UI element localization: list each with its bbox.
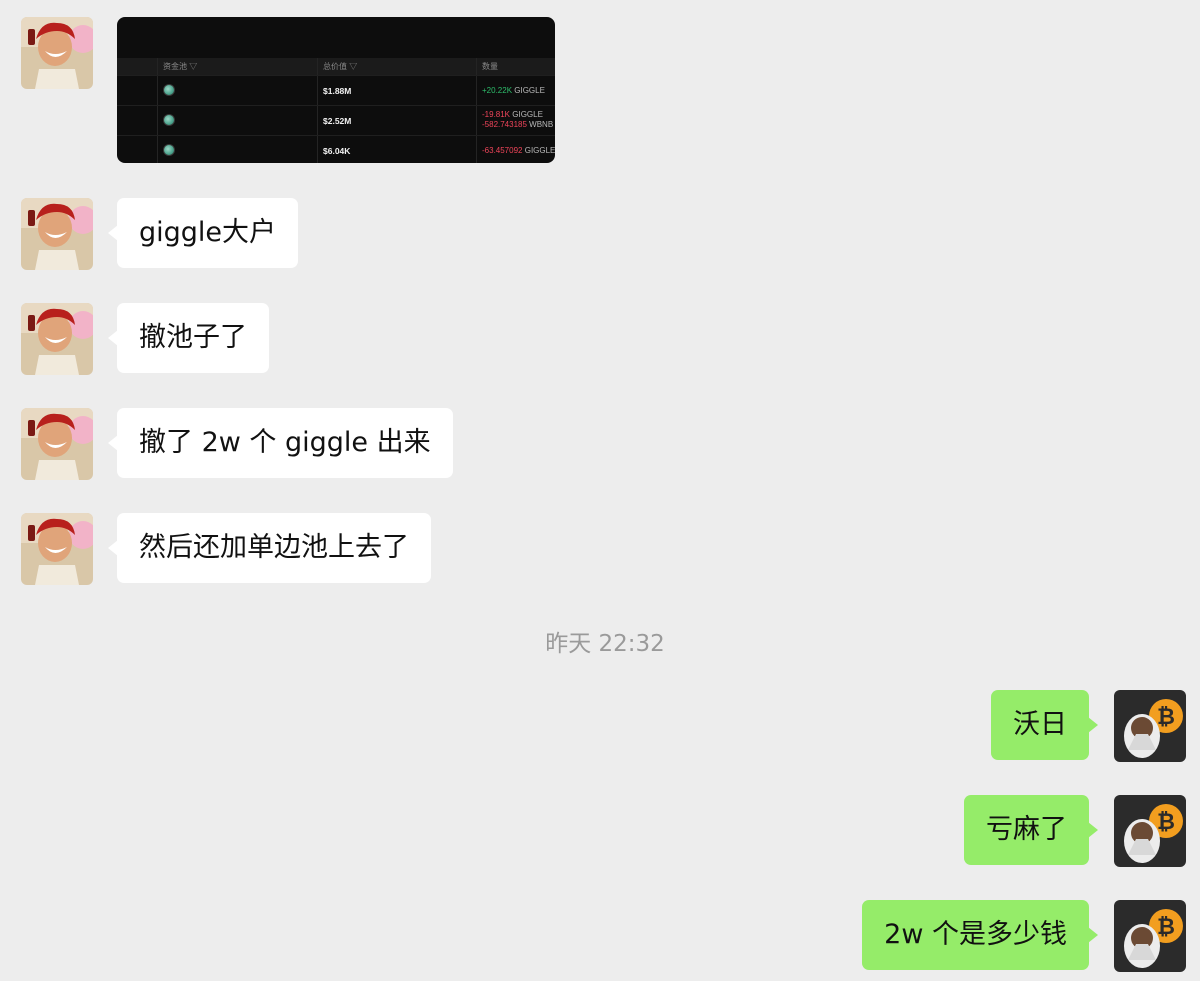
contact-avatar-image (21, 513, 93, 585)
amount-number: -19.81K (482, 110, 511, 119)
token-icon (163, 84, 175, 96)
screenshot-table-header: 资金池 ▽ 总价值 ▽ 数量 (117, 58, 555, 75)
contact-avatar-image (21, 303, 93, 375)
quantity-column-header: 数量 (482, 62, 498, 71)
amount-number: -63.457092 (482, 146, 523, 155)
amount-token: WBNB (529, 120, 554, 129)
message-timestamp: 昨天 22:32 (545, 631, 665, 657)
row-amount: -19.81K GIGGLE (482, 110, 543, 119)
contact-avatar[interactable] (21, 303, 93, 375)
token-icon (163, 114, 175, 126)
self-avatar-image: ₿ (1114, 795, 1186, 867)
outgoing-message[interactable]: 2w 个是多少钱 (862, 900, 1098, 970)
contact-avatar-image (21, 198, 93, 270)
self-avatar-image: ₿ (1114, 690, 1186, 762)
row-total-value: $1.88M (323, 86, 352, 96)
contact-avatar[interactable] (21, 198, 93, 270)
self-avatar-image: ₿ (1114, 900, 1186, 972)
pool-column-header: 资金池 ▽ (163, 62, 198, 71)
outgoing-message[interactable]: 沃日 (991, 690, 1098, 760)
self-avatar[interactable]: ₿ (1114, 900, 1186, 972)
svg-text:₿: ₿ (1157, 705, 1175, 730)
contact-avatar[interactable] (21, 513, 93, 585)
contact-avatar[interactable] (21, 17, 93, 89)
row-amount: -582.743185 WBNB (482, 120, 553, 129)
self-avatar[interactable]: ₿ (1114, 690, 1186, 762)
self-avatar[interactable]: ₿ (1114, 795, 1186, 867)
trade-screenshot-message[interactable]: 资金池 ▽ 总价值 ▽ 数量 $1.88M +20.22K GIGGLE $2.… (117, 17, 555, 163)
amount-token: GIGGLE (514, 86, 545, 95)
amount-token: GIGGLE (512, 110, 543, 119)
total-value-column-header: 总价值 ▽ (323, 62, 358, 71)
svg-text:₿: ₿ (1157, 915, 1175, 940)
contact-avatar-image (21, 17, 93, 89)
row-amount: +20.22K GIGGLE (482, 86, 545, 95)
table-row: $1.88M +20.22K GIGGLE (117, 75, 555, 105)
amount-number: -582.743185 (482, 120, 527, 129)
amount-number: +20.22K (482, 86, 513, 95)
contact-avatar-image (21, 408, 93, 480)
incoming-message[interactable]: giggle大户 (107, 198, 299, 268)
row-amount: -63.457092 GIGGLE (482, 146, 555, 155)
amount-token: GIGGLE (524, 146, 555, 155)
contact-avatar[interactable] (21, 408, 93, 480)
svg-text:₿: ₿ (1157, 810, 1175, 835)
incoming-message[interactable]: 撤了 2w 个 giggle 出来 (108, 408, 453, 478)
token-icon (163, 144, 175, 156)
row-total-value: $2.52M (323, 116, 352, 126)
table-row: $2.52M -19.81K GIGGLE -582.743185 WBNB (117, 105, 555, 135)
table-row: $6.04K -63.457092 GIGGLE (117, 135, 555, 163)
row-total-value: $6.04K (323, 146, 351, 156)
incoming-message[interactable]: 撤池子了 (108, 303, 269, 373)
outgoing-message[interactable]: 亏麻了 (964, 795, 1098, 865)
incoming-message[interactable]: 然后还加单边池上去了 (108, 513, 431, 583)
